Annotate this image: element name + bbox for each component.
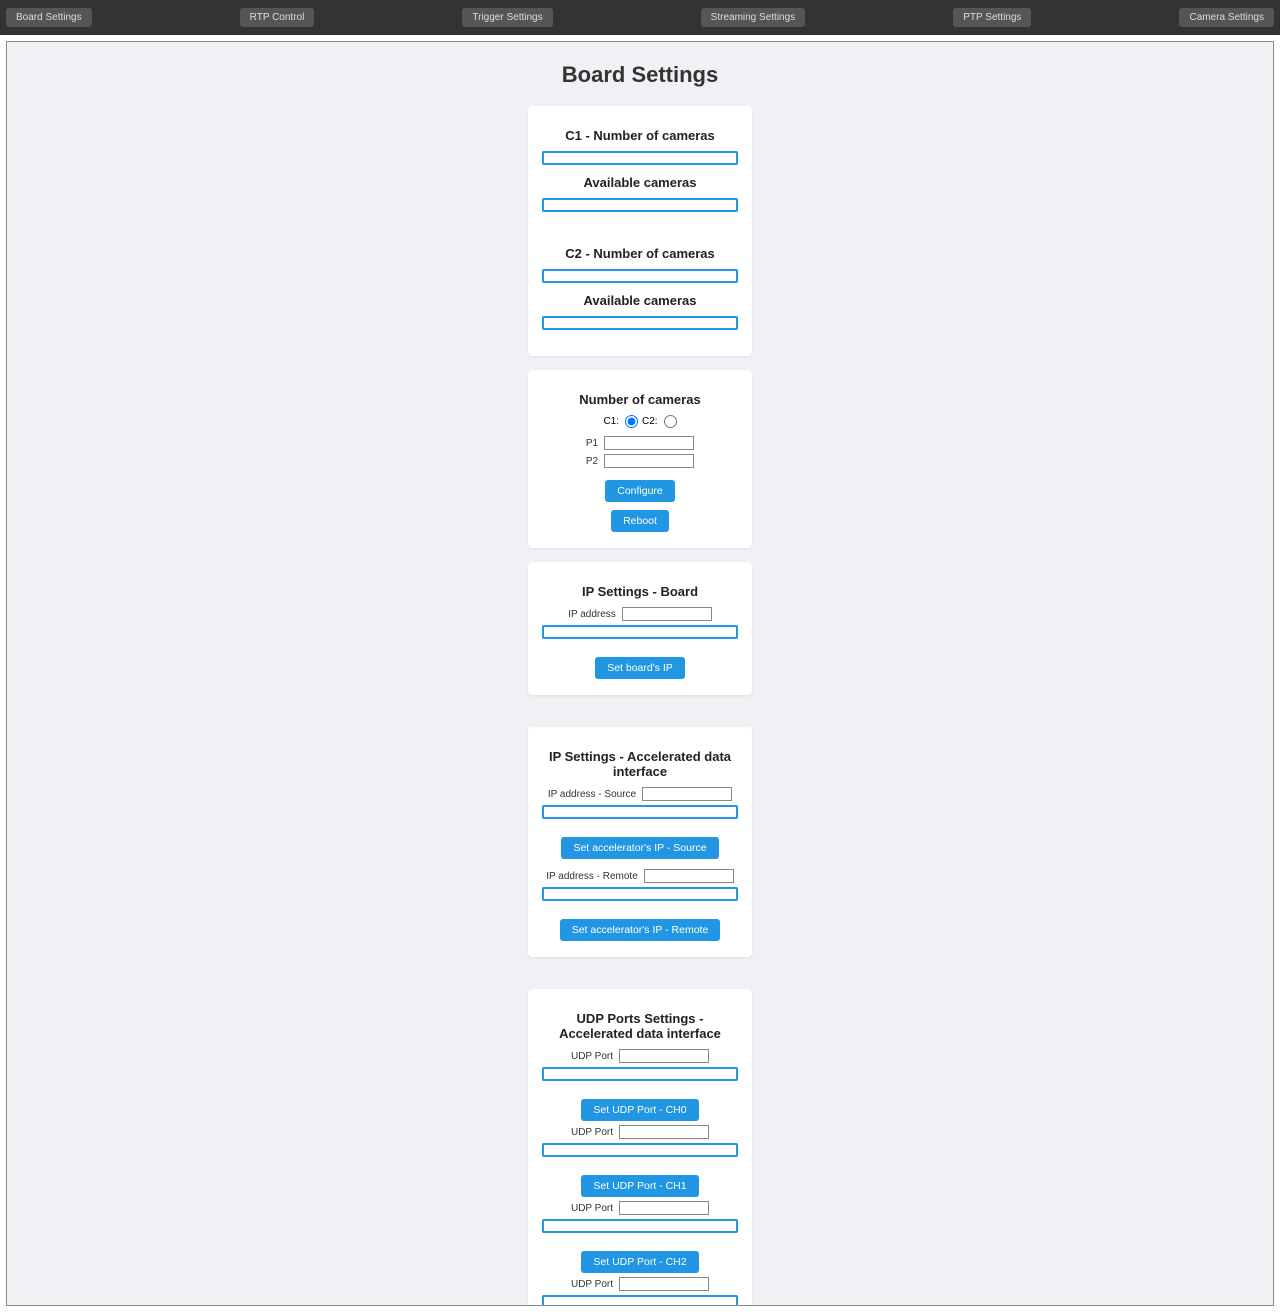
p1-label: P1	[586, 438, 598, 449]
card-ip-board: IP Settings - Board IP address Set board…	[528, 562, 752, 695]
top-nav: Board Settings RTP Control Trigger Setti…	[0, 0, 1280, 35]
c2-available-display	[542, 316, 738, 330]
radio-c2[interactable]	[664, 415, 677, 428]
p2-input[interactable]	[604, 454, 694, 468]
c1-num-cameras-label: C1 - Number of cameras	[542, 128, 738, 143]
radio-c2-label: C2:	[642, 416, 658, 427]
page-title: Board Settings	[7, 62, 1273, 88]
radio-c1[interactable]	[625, 415, 638, 428]
p1-input[interactable]	[604, 436, 694, 450]
udp2-display	[542, 1219, 738, 1233]
configure-button[interactable]: Configure	[605, 480, 675, 502]
nav-ptp-settings[interactable]: PTP Settings	[953, 8, 1031, 27]
nav-rtp-control[interactable]: RTP Control	[240, 8, 315, 27]
c1-num-cameras-display	[542, 151, 738, 165]
udp3-display	[542, 1295, 738, 1305]
set-accel-src-button[interactable]: Set accelerator's IP - Source	[561, 837, 718, 859]
udp0-input[interactable]	[619, 1049, 709, 1063]
reboot-button[interactable]: Reboot	[611, 510, 669, 532]
card-udp-ports: UDP Ports Settings - Accelerated data in…	[528, 989, 752, 1305]
content-background: Board Settings C1 - Number of cameras Av…	[7, 42, 1273, 1305]
ip-board-title: IP Settings - Board	[542, 584, 738, 599]
board-ip-label: IP address	[568, 609, 616, 620]
nav-streaming-settings[interactable]: Streaming Settings	[701, 8, 806, 27]
configure-title: Number of cameras	[542, 392, 738, 407]
c1-available-display	[542, 198, 738, 212]
udp2-label: UDP Port	[571, 1203, 613, 1214]
p2-label: P2	[586, 456, 598, 467]
udp0-display	[542, 1067, 738, 1081]
udp2-input[interactable]	[619, 1201, 709, 1215]
nav-trigger-settings[interactable]: Trigger Settings	[462, 8, 552, 27]
accel-src-input[interactable]	[642, 787, 732, 801]
scroll-area[interactable]: Board Settings C1 - Number of cameras Av…	[7, 42, 1273, 1305]
accel-src-label: IP address - Source	[548, 789, 636, 800]
set-board-ip-button[interactable]: Set board's IP	[595, 657, 685, 679]
card-configure: Number of cameras C1: C2: P1 P2 Configur…	[528, 370, 752, 548]
set-udp2-button[interactable]: Set UDP Port - CH2	[581, 1251, 698, 1273]
udp1-input[interactable]	[619, 1125, 709, 1139]
set-udp1-button[interactable]: Set UDP Port - CH1	[581, 1175, 698, 1197]
content-viewport: Board Settings C1 - Number of cameras Av…	[6, 41, 1274, 1306]
udp1-display	[542, 1143, 738, 1157]
accel-rem-label: IP address - Remote	[546, 871, 638, 882]
ip-accel-title: IP Settings - Accelerated data interface	[542, 749, 738, 779]
card-ip-accelerator: IP Settings - Accelerated data interface…	[528, 727, 752, 957]
udp1-label: UDP Port	[571, 1127, 613, 1138]
c2-num-cameras-display	[542, 269, 738, 283]
c1-available-label: Available cameras	[542, 175, 738, 190]
board-ip-input[interactable]	[622, 607, 712, 621]
udp0-label: UDP Port	[571, 1051, 613, 1062]
udp3-input[interactable]	[619, 1277, 709, 1291]
board-ip-display	[542, 625, 738, 639]
udp-title: UDP Ports Settings - Accelerated data in…	[542, 1011, 738, 1041]
nav-board-settings[interactable]: Board Settings	[6, 8, 92, 27]
set-udp0-button[interactable]: Set UDP Port - CH0	[581, 1099, 698, 1121]
c2-num-cameras-label: C2 - Number of cameras	[542, 246, 738, 261]
radio-c1-label: C1:	[603, 416, 619, 427]
accel-rem-input[interactable]	[644, 869, 734, 883]
card-camera-counts: C1 - Number of cameras Available cameras…	[528, 106, 752, 356]
accel-src-display	[542, 805, 738, 819]
accel-rem-display	[542, 887, 738, 901]
c2-available-label: Available cameras	[542, 293, 738, 308]
nav-camera-settings[interactable]: Camera Settings	[1179, 8, 1273, 27]
set-accel-rem-button[interactable]: Set accelerator's IP - Remote	[560, 919, 721, 941]
udp3-label: UDP Port	[571, 1279, 613, 1290]
